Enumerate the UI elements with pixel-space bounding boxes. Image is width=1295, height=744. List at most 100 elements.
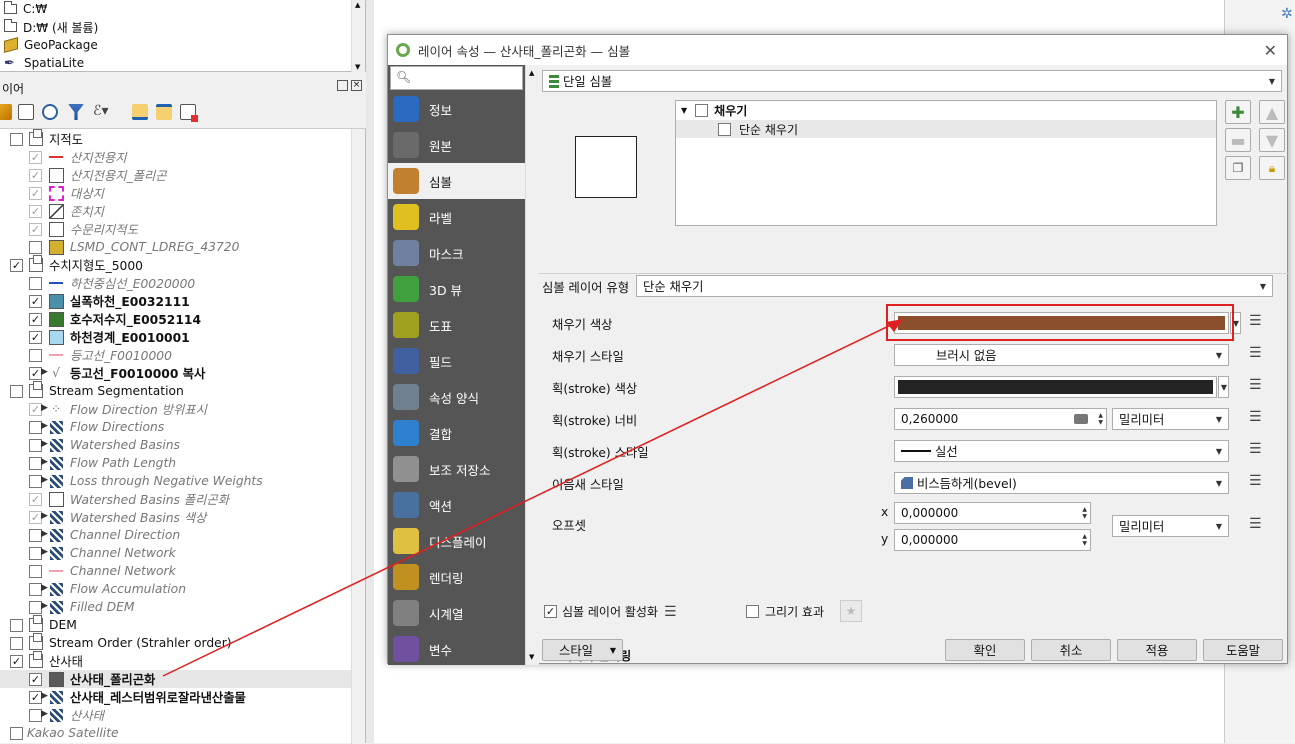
browser-item-geopackage[interactable]: GeoPackage [4,36,98,54]
nav-item-3d[interactable]: 3D 뷰 [388,271,525,307]
fill-color-menu[interactable]: ▼ [1230,312,1241,334]
eye-icon[interactable] [42,104,58,120]
nav-item-symbology[interactable]: 심볼 [388,163,525,199]
nav-item-storage[interactable]: 보조 저장소 [388,451,525,487]
layer-visibility-checkbox[interactable] [10,618,23,632]
spin-arrows-icon[interactable]: ▲ ▼ [1082,533,1087,547]
close-icon[interactable]: × [351,80,362,91]
data-defined-override-icon[interactable]: ☰ [664,604,677,620]
simple-fill-checkbox[interactable] [718,122,731,136]
layer-row[interactable]: Stream Segmentation [10,381,184,400]
layer-visibility-checkbox[interactable] [29,276,42,290]
offset-unit-select[interactable]: 밀리미터 ▼ [1112,515,1229,537]
move-down-button[interactable]: ▼ [1259,128,1285,152]
layer-row[interactable]: ✓ 하천경계_E0010001 [29,328,190,346]
layers-scrollbar[interactable] [351,129,365,744]
layer-row[interactable]: ▶ Watershed Basins [29,436,180,454]
add-group-icon[interactable] [18,104,34,120]
expand-arrow-icon[interactable]: ▶ [41,583,48,593]
nav-item-action[interactable]: 액션 [388,487,525,523]
layer-row[interactable]: 등고선_F0010000 [29,346,172,364]
layer-row[interactable]: 지적도 [10,129,83,148]
layer-row[interactable]: ▶ 산사태 [29,706,104,724]
nav-item-fields[interactable]: 필드 [388,343,525,379]
expand-arrow-icon[interactable]: ▼ [681,106,687,115]
layer-row[interactable]: ▶ Flow Directions [29,418,164,436]
nav-item-form[interactable]: 속성 양식 [388,379,525,415]
browser-item-d[interactable]: D:₩ (새 볼륨) [4,18,98,36]
nav-item-variables[interactable]: 변수 [388,631,525,667]
data-defined-override-icon[interactable]: ☰ [1249,473,1271,491]
close-icon[interactable]: ✕ [1264,41,1277,60]
layer-row[interactable]: 하천중심선_E0020000 [29,274,195,292]
remove-layer-icon[interactable] [180,104,198,122]
float-icon[interactable] [337,80,348,91]
fill-checkbox[interactable] [695,104,709,117]
layer-row[interactable]: ▶ Filled DEM [29,598,134,616]
layer-row[interactable]: ▶ ✓ √ 등고선_F0010000 복사 [29,364,205,382]
data-defined-override-icon[interactable]: ☰ [1249,377,1271,395]
tree-item-fill[interactable]: ▼ 채우기 [676,102,1216,119]
layer-visibility-checkbox[interactable]: ✓ [29,168,42,182]
layer-row[interactable]: Kakao Satellite [10,724,119,742]
layer-row[interactable]: ✓ 실폭하천_E0032111 [29,292,190,310]
browser-item-c[interactable]: C:₩ [4,0,47,18]
layer-row[interactable]: ✓ 산사태 [10,651,83,670]
data-defined-override-icon[interactable]: ☰ [1249,313,1271,331]
layer-visibility-checkbox[interactable]: ✓ [29,294,42,308]
nav-item-display[interactable]: 디스플레이 [388,523,525,559]
expand-arrow-icon[interactable]: ▶ [41,529,48,539]
expand-arrow-icon[interactable]: ▶ [41,709,48,719]
stroke-color-button[interactable] [894,376,1217,398]
style-menu-button[interactable]: 스타일 ▼ [542,639,623,661]
expand-arrow-icon[interactable]: ▶ [41,475,48,485]
layer-visibility-checkbox[interactable] [29,348,42,362]
nav-item-rendering[interactable]: 렌더링 [388,559,525,595]
data-defined-override-icon[interactable]: ☰ [1249,441,1271,459]
enable-layer-checkbox[interactable]: ✓ [544,605,557,618]
layer-row[interactable]: LSMD_CONT_LDREG_43720 [29,238,239,256]
layer-row[interactable]: Stream Order (Strahler order) [10,633,232,652]
layer-row[interactable]: ✓ 대상지 [29,184,104,202]
enable-layer-toggle[interactable]: ✓ 심볼 레이어 활성화 ☰ [544,603,677,620]
layer-row[interactable]: ✓ 수치지형도_5000 [10,255,143,274]
offset-x-input[interactable]: 0,000000 ▲ ▼ [894,502,1091,524]
layer-row[interactable]: ✓ 산지전용지 [29,148,127,166]
stroke-color-menu[interactable]: ▼ [1218,376,1229,398]
spin-arrows-icon[interactable]: ▲ ▼ [1098,412,1103,426]
add-symbol-layer-button[interactable]: ✚ [1225,100,1251,124]
layer-visibility-checkbox[interactable]: ✓ [29,672,42,686]
layer-row[interactable]: ✓ 수문리지적도 [29,220,138,238]
layer-row[interactable]: ▶ ✓ ⁘ Flow Direction 방위표시 [29,400,207,418]
layer-row[interactable]: ✓ 호수저수지_E0052114 [29,310,201,328]
layer-visibility-checkbox[interactable]: ✓ [29,186,42,200]
layer-visibility-checkbox[interactable]: ✓ [10,258,23,272]
stroke-style-select[interactable]: 실선 ▼ [894,440,1229,462]
layer-visibility-checkbox[interactable] [10,384,23,398]
tree-item-simple-fill[interactable]: 단순 채우기 [676,120,1216,138]
layer-row[interactable]: ▶ Channel Direction [29,526,180,544]
fill-style-select[interactable]: 브러시 없음 ▼ [894,344,1229,366]
expand-arrow-icon[interactable]: ▶ [41,511,48,521]
nav-search-input[interactable]: 🔍︎ [390,66,523,90]
layer-row[interactable]: Channel Network [29,562,176,580]
spin-arrows-icon[interactable]: ▲ ▼ [1082,506,1087,520]
draw-effects-checkbox[interactable] [746,605,759,618]
layer-row[interactable]: ▶ Channel Network [29,544,176,562]
layer-visibility-checkbox[interactable]: ✓ [29,492,42,506]
symbol-layers-tree[interactable]: ▼ 채우기 단순 채우기 [675,100,1217,226]
data-defined-override-icon[interactable]: ☰ [1249,345,1271,363]
apply-button[interactable]: 적용 [1117,639,1197,661]
collapse-all-icon[interactable] [156,104,172,120]
layer-row[interactable]: ✓ 산사태_폴리곤화 [0,670,365,688]
expand-arrow-icon[interactable]: ▶ [41,439,48,449]
layer-visibility-checkbox[interactable]: ✓ [10,654,23,668]
expand-arrow-icon[interactable]: ▶ [41,601,48,611]
data-defined-override-icon[interactable]: ☰ [1249,409,1271,427]
symbol-layer-type-select[interactable]: 단순 채우기 ▼ [636,275,1273,297]
lock-icon[interactable]: 🔒︎ [1259,156,1285,180]
layer-visibility-checkbox[interactable]: ✓ [29,222,42,236]
expand-arrow-icon[interactable]: ▶ [41,403,48,413]
style-manager-icon[interactable] [0,104,12,120]
clear-icon[interactable] [1074,414,1088,424]
